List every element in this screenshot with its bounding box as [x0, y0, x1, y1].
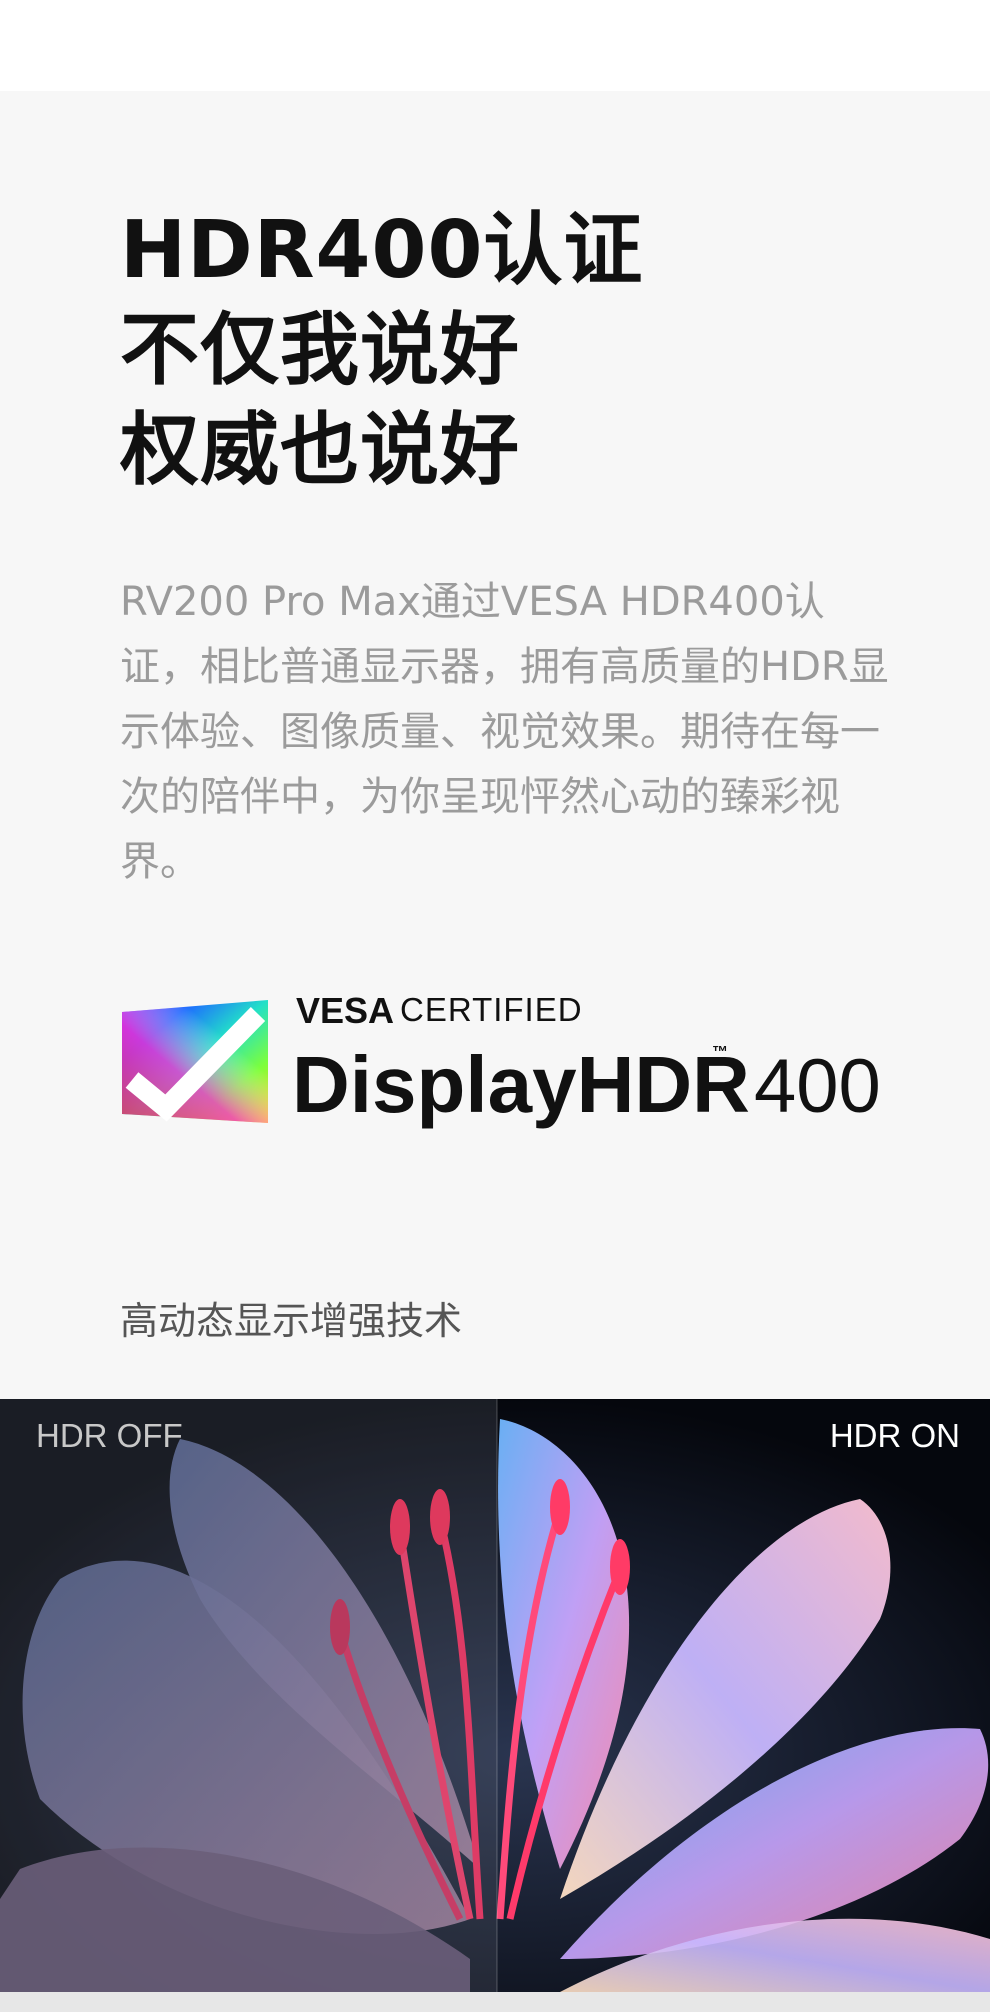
headline: HDR400认证 不仅我说好 权威也说好: [120, 200, 643, 500]
headline-line-1: HDR400认证: [120, 204, 644, 296]
headline-line-3: 权威也说好: [120, 404, 520, 496]
bottom-strip: [0, 1992, 990, 2012]
top-strip: [0, 0, 990, 91]
badge-brand: VESA: [296, 990, 395, 1031]
lily-flower-illustration: [0, 1399, 990, 1992]
badge-level: 400: [754, 1044, 881, 1129]
badge-product-name: DisplayHDR: [292, 1040, 750, 1129]
vesa-displayhdr-badge: VESA CERTIFIED DisplayHDR ™ 400: [122, 990, 892, 1150]
hdr-off-label: HDR OFF: [36, 1417, 183, 1454]
hdr-on-label: HDR ON: [829, 1417, 960, 1454]
headline-line-2: 不仅我说好: [120, 304, 520, 396]
description: RV200 Pro Max通过VESA HDR400认证，相比普通显示器，拥有高…: [120, 579, 889, 885]
badge-certified-label: CERTIFIED: [400, 991, 583, 1028]
hdr-comparison-image: HDR OFF HDR ON: [0, 1399, 990, 1992]
badge-trademark: ™: [712, 1044, 728, 1061]
rainbow-checkmark-icon: [122, 1000, 268, 1123]
subcaption: 高动态显示增强技术: [120, 1299, 463, 1343]
